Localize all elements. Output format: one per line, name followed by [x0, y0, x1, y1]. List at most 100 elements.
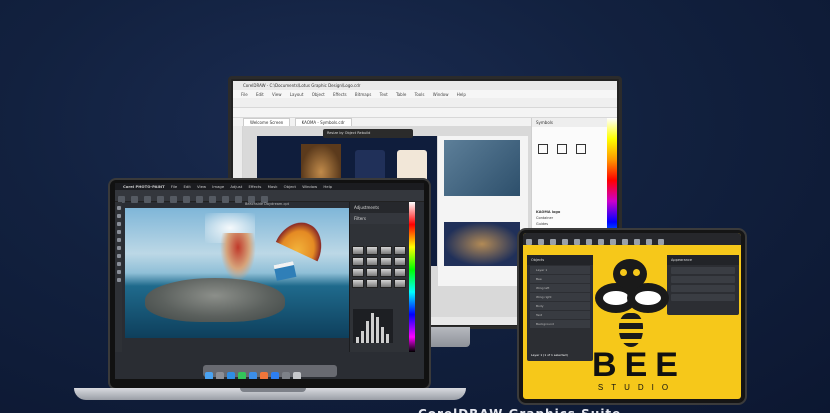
safari-icon[interactable]	[227, 372, 235, 379]
menu-object[interactable]: Object	[312, 92, 325, 97]
property-row[interactable]	[671, 267, 735, 274]
logo-word[interactable]: BEE	[579, 345, 699, 385]
layers-icon[interactable]	[634, 239, 640, 245]
tool-icon[interactable]	[116, 238, 121, 242]
preset-thumbnails[interactable]	[351, 245, 407, 293]
menu-image[interactable]: Image	[212, 184, 224, 189]
preset-thumb[interactable]	[380, 268, 392, 277]
text-icon[interactable]	[586, 239, 592, 245]
preset-thumb[interactable]	[394, 279, 406, 288]
redo-icon[interactable]	[550, 239, 556, 245]
property-row[interactable]	[671, 285, 735, 292]
menu-tools[interactable]: Tools	[415, 92, 425, 97]
settings-icon[interactable]	[646, 239, 652, 245]
settings-icon[interactable]	[282, 372, 290, 379]
artboard-mockups[interactable]	[438, 136, 528, 286]
tool-icon[interactable]	[116, 262, 121, 266]
property-bar[interactable]	[233, 108, 617, 118]
undo-icon[interactable]	[538, 239, 544, 245]
menu-mask[interactable]: Mask	[268, 184, 278, 189]
logo-subtitle[interactable]: STUDIO	[587, 383, 687, 395]
photo-canvas[interactable]	[125, 208, 349, 338]
preset-thumb[interactable]	[394, 268, 406, 277]
preset-thumb[interactable]	[352, 246, 364, 255]
menu-effects[interactable]: Effects	[249, 184, 262, 189]
fill-icon[interactable]	[598, 239, 604, 245]
menu-layout[interactable]: Layout	[290, 92, 304, 97]
menu-edit[interactable]: Edit	[256, 92, 264, 97]
preset-thumb[interactable]	[366, 279, 378, 288]
layer-row[interactable]: Wing right	[530, 293, 590, 301]
menu-window[interactable]: Window	[302, 184, 317, 189]
launchpad-icon[interactable]	[216, 372, 224, 379]
menu-view[interactable]: View	[272, 92, 282, 97]
toolbox	[115, 202, 122, 352]
preset-thumb[interactable]	[352, 279, 364, 288]
mail-icon[interactable]	[249, 372, 257, 379]
menu-table[interactable]: Table	[396, 92, 406, 97]
menu-icon[interactable]	[526, 239, 532, 245]
tool-icon[interactable]	[116, 230, 121, 234]
preset-thumb[interactable]	[352, 257, 364, 266]
preset-thumb[interactable]	[394, 246, 406, 255]
layer-row[interactable]: Wing left	[530, 284, 590, 292]
property-row[interactable]	[671, 294, 735, 301]
shape-icon[interactable]	[574, 239, 580, 245]
preset-thumb[interactable]	[380, 246, 392, 255]
symbol-shape-icon[interactable]	[576, 144, 587, 154]
menu-object[interactable]: Object	[284, 184, 296, 189]
menu-text[interactable]: Text	[380, 92, 388, 97]
symbol-shape-icon[interactable]	[538, 144, 548, 154]
zoom-icon[interactable]	[622, 239, 628, 245]
menu-bar: File Edit View Layout Object Effects Bit…	[233, 90, 617, 98]
messages-icon[interactable]	[238, 372, 246, 379]
share-icon[interactable]	[658, 239, 664, 245]
color-palette[interactable]	[409, 202, 415, 352]
layer-row[interactable]: Text	[530, 311, 590, 319]
app-name[interactable]: Corel PHOTO-PAINT	[123, 184, 165, 189]
layer-row[interactable]: Body	[530, 302, 590, 310]
tool-icon[interactable]	[116, 214, 121, 218]
preset-thumb[interactable]	[380, 279, 392, 288]
menu-help[interactable]: Help	[457, 92, 466, 97]
tool-icon[interactable]	[116, 278, 121, 282]
menu-edit[interactable]: Edit	[183, 184, 190, 189]
preset-thumb[interactable]	[366, 246, 378, 255]
preset-thumb[interactable]	[366, 268, 378, 277]
jacket-mockup	[444, 222, 520, 266]
layer-row[interactable]: Layer 1	[530, 266, 590, 274]
standard-toolbar[interactable]	[233, 98, 617, 108]
menu-file[interactable]: File	[241, 92, 248, 97]
bee-body[interactable]	[619, 313, 643, 347]
crop-icon[interactable]	[610, 239, 616, 245]
preset-thumb[interactable]	[352, 268, 364, 277]
menu-adjust[interactable]: Adjust	[230, 184, 242, 189]
menu-help[interactable]: Help	[323, 184, 332, 189]
preset-thumb[interactable]	[394, 257, 406, 266]
finder-icon[interactable]	[205, 372, 213, 379]
bee-head[interactable]	[613, 259, 647, 289]
tool-icon[interactable]	[116, 270, 121, 274]
tool-icon[interactable]	[116, 206, 121, 210]
tool-icon[interactable]	[116, 246, 121, 250]
menu-view[interactable]: View	[197, 184, 206, 189]
tool-icon[interactable]	[116, 254, 121, 258]
menu-bitmaps[interactable]: Bitmaps	[355, 92, 371, 97]
menu-window[interactable]: Window	[433, 92, 449, 97]
tool-icon[interactable]	[116, 222, 121, 226]
rebuild-button[interactable]: Rebuild	[357, 131, 370, 135]
layer-row[interactable]: Bee	[530, 275, 590, 283]
trash-icon[interactable]	[293, 372, 301, 379]
preset-thumb[interactable]	[380, 257, 392, 266]
resize-button[interactable]: Resize by Object	[327, 131, 356, 135]
layer-row[interactable]: Background	[530, 320, 590, 328]
symbol-thumbnails[interactable]	[536, 141, 602, 177]
symbol-shape-icon[interactable]	[557, 144, 568, 154]
menu-file[interactable]: File	[171, 184, 177, 189]
menu-effects[interactable]: Effects	[333, 92, 347, 97]
appstore-icon[interactable]	[271, 372, 279, 379]
preset-thumb[interactable]	[366, 257, 378, 266]
pen-icon[interactable]	[562, 239, 568, 245]
property-row[interactable]	[671, 276, 735, 283]
photos-icon[interactable]	[260, 372, 268, 379]
